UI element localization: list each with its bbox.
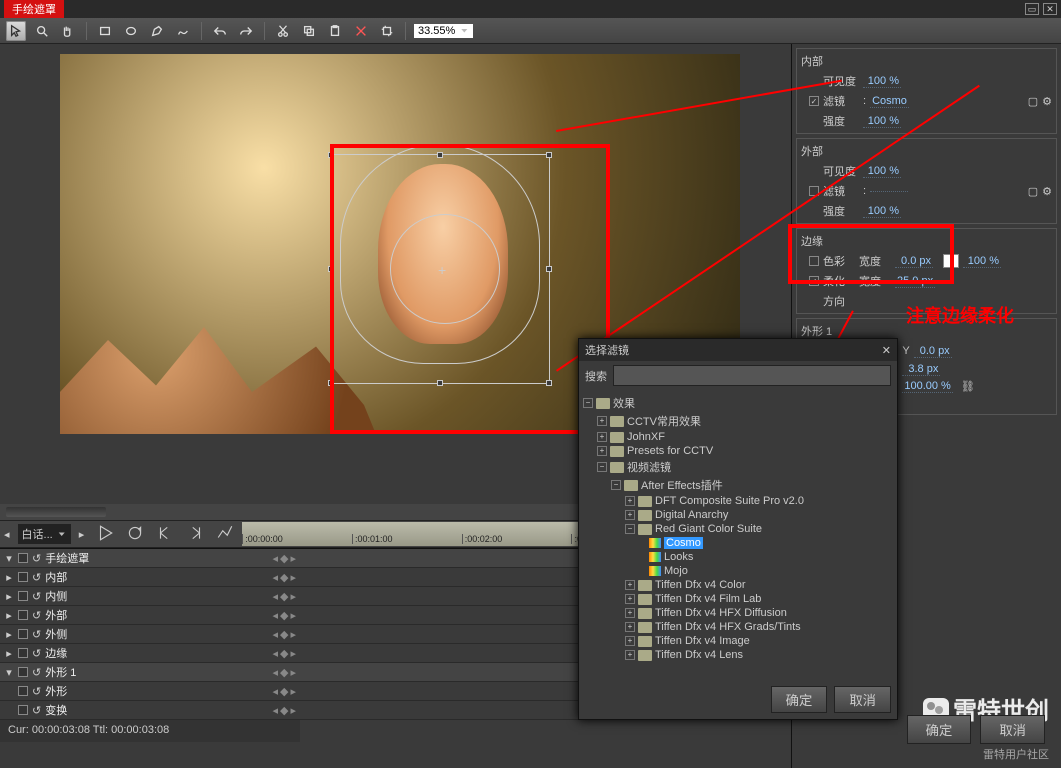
close-icon[interactable]: ✕ bbox=[882, 344, 891, 357]
track-root[interactable]: ▾↺ 手绘遮罩 ◂◆▸ bbox=[0, 549, 300, 568]
freehand-tool[interactable] bbox=[173, 21, 193, 41]
gear-icon[interactable]: ⚙ bbox=[1042, 95, 1052, 108]
main-action-buttons: 确定 取消 bbox=[901, 715, 1045, 744]
chevron-down-icon bbox=[459, 26, 469, 36]
mode-combo[interactable]: 白话... bbox=[18, 524, 71, 544]
gear-icon[interactable]: ⚙ bbox=[1042, 185, 1052, 198]
pen-tool[interactable] bbox=[147, 21, 167, 41]
copy-button[interactable] bbox=[299, 21, 319, 41]
viewer-slider[interactable] bbox=[6, 507, 106, 517]
redo-button[interactable] bbox=[236, 21, 256, 41]
track-item[interactable]: ▸↺内部◂◆▸ bbox=[0, 568, 300, 587]
status-bar: Cur: 00:00:03:08 Ttl: 00:00:03:08 bbox=[0, 720, 300, 742]
play-button[interactable] bbox=[96, 524, 114, 545]
next-button[interactable]: ▸ bbox=[75, 528, 89, 541]
loop-button[interactable] bbox=[126, 524, 144, 545]
ok-button[interactable]: 确定 bbox=[907, 715, 972, 744]
group-edge: 边缘 色彩宽度0.0 px100 % ✓柔化宽度25.0 px 方向 bbox=[796, 228, 1057, 314]
cut-button[interactable] bbox=[273, 21, 293, 41]
step-fwd-button[interactable] bbox=[186, 524, 204, 545]
arrow-tool[interactable] bbox=[6, 21, 26, 41]
track-header-panel: ▾↺ 手绘遮罩 ◂◆▸ ▸↺内部◂◆▸ ▸↺内侧◂◆▸ ▸↺外部◂◆▸ ▸↺外侧… bbox=[0, 549, 300, 768]
filter-tree[interactable]: −效果 +CCTV常用效果 +JohnXF +Presets for CCTV … bbox=[579, 390, 897, 680]
track-item[interactable]: ▸↺内侧◂◆▸ bbox=[0, 587, 300, 606]
cancel-button[interactable]: 取消 bbox=[980, 715, 1045, 744]
color-swatch[interactable] bbox=[943, 254, 959, 268]
ellipse-tool[interactable] bbox=[121, 21, 141, 41]
zoom-combo[interactable]: 33.55% bbox=[414, 24, 473, 38]
anchor-cross-icon: + bbox=[438, 262, 446, 278]
undo-button[interactable] bbox=[210, 21, 230, 41]
track-shape-group[interactable]: ▾↺外形 1◂◆▸ bbox=[0, 663, 300, 682]
prev-button[interactable]: ◂ bbox=[0, 528, 14, 541]
filter-checkbox[interactable]: ✓ bbox=[809, 96, 819, 106]
magnify-tool[interactable] bbox=[32, 21, 52, 41]
watermark-text: 雷特用户社区 bbox=[983, 746, 1049, 762]
tree-item-cosmo: Cosmo bbox=[583, 536, 893, 550]
track-item[interactable]: ▸↺边缘◂◆▸ bbox=[0, 644, 300, 663]
main-toolbar: 33.55% bbox=[0, 18, 1061, 44]
group-inner: 内部 可见度100 % ✓滤镜:Cosmo▢⚙ 强度100 % bbox=[796, 48, 1057, 134]
filter-value[interactable]: Cosmo bbox=[870, 95, 909, 108]
graph-button[interactable] bbox=[216, 524, 234, 545]
crop-button[interactable] bbox=[377, 21, 397, 41]
group-outer: 外部 可见度100 % 滤镜:▢⚙ 强度100 % bbox=[796, 138, 1057, 224]
search-input[interactable] bbox=[613, 365, 891, 386]
step-back-button[interactable] bbox=[156, 524, 174, 545]
track-item[interactable]: ▸↺变换◂◆▸ bbox=[0, 701, 300, 720]
paste-button[interactable] bbox=[325, 21, 345, 41]
track-item[interactable]: ▸↺外形◂◆▸ bbox=[0, 682, 300, 701]
dialog-cancel-button[interactable]: 取消 bbox=[834, 686, 891, 713]
dialog-title: 选择滤镜 bbox=[585, 342, 629, 358]
window-close-icon[interactable]: ✕ bbox=[1043, 3, 1057, 15]
strength-value[interactable]: 100 % bbox=[863, 115, 901, 128]
window-title: 手绘遮罩 bbox=[4, 0, 64, 20]
link-icon[interactable]: ⛓ bbox=[961, 380, 975, 393]
window-titlebar: 手绘遮罩 ▭ ✕ bbox=[0, 0, 1061, 18]
track-item[interactable]: ▸↺外侧◂◆▸ bbox=[0, 625, 300, 644]
soften-value[interactable]: 25.0 px bbox=[895, 275, 935, 288]
hand-tool[interactable] bbox=[58, 21, 78, 41]
visibility-value[interactable]: 100 % bbox=[863, 75, 901, 88]
apply-icon[interactable]: ▢ bbox=[1028, 185, 1038, 198]
rectangle-tool[interactable] bbox=[95, 21, 115, 41]
window-maximize-icon[interactable]: ▭ bbox=[1025, 3, 1039, 15]
track-item[interactable]: ▸↺外部◂◆▸ bbox=[0, 606, 300, 625]
delete-button[interactable] bbox=[351, 21, 371, 41]
apply-icon[interactable]: ▢ bbox=[1028, 95, 1038, 108]
filter-picker-dialog: 选择滤镜✕ 搜索 −效果 +CCTV常用效果 +JohnXF +Presets … bbox=[578, 338, 898, 720]
dialog-ok-button[interactable]: 确定 bbox=[771, 686, 828, 713]
filter-checkbox[interactable] bbox=[809, 186, 819, 196]
